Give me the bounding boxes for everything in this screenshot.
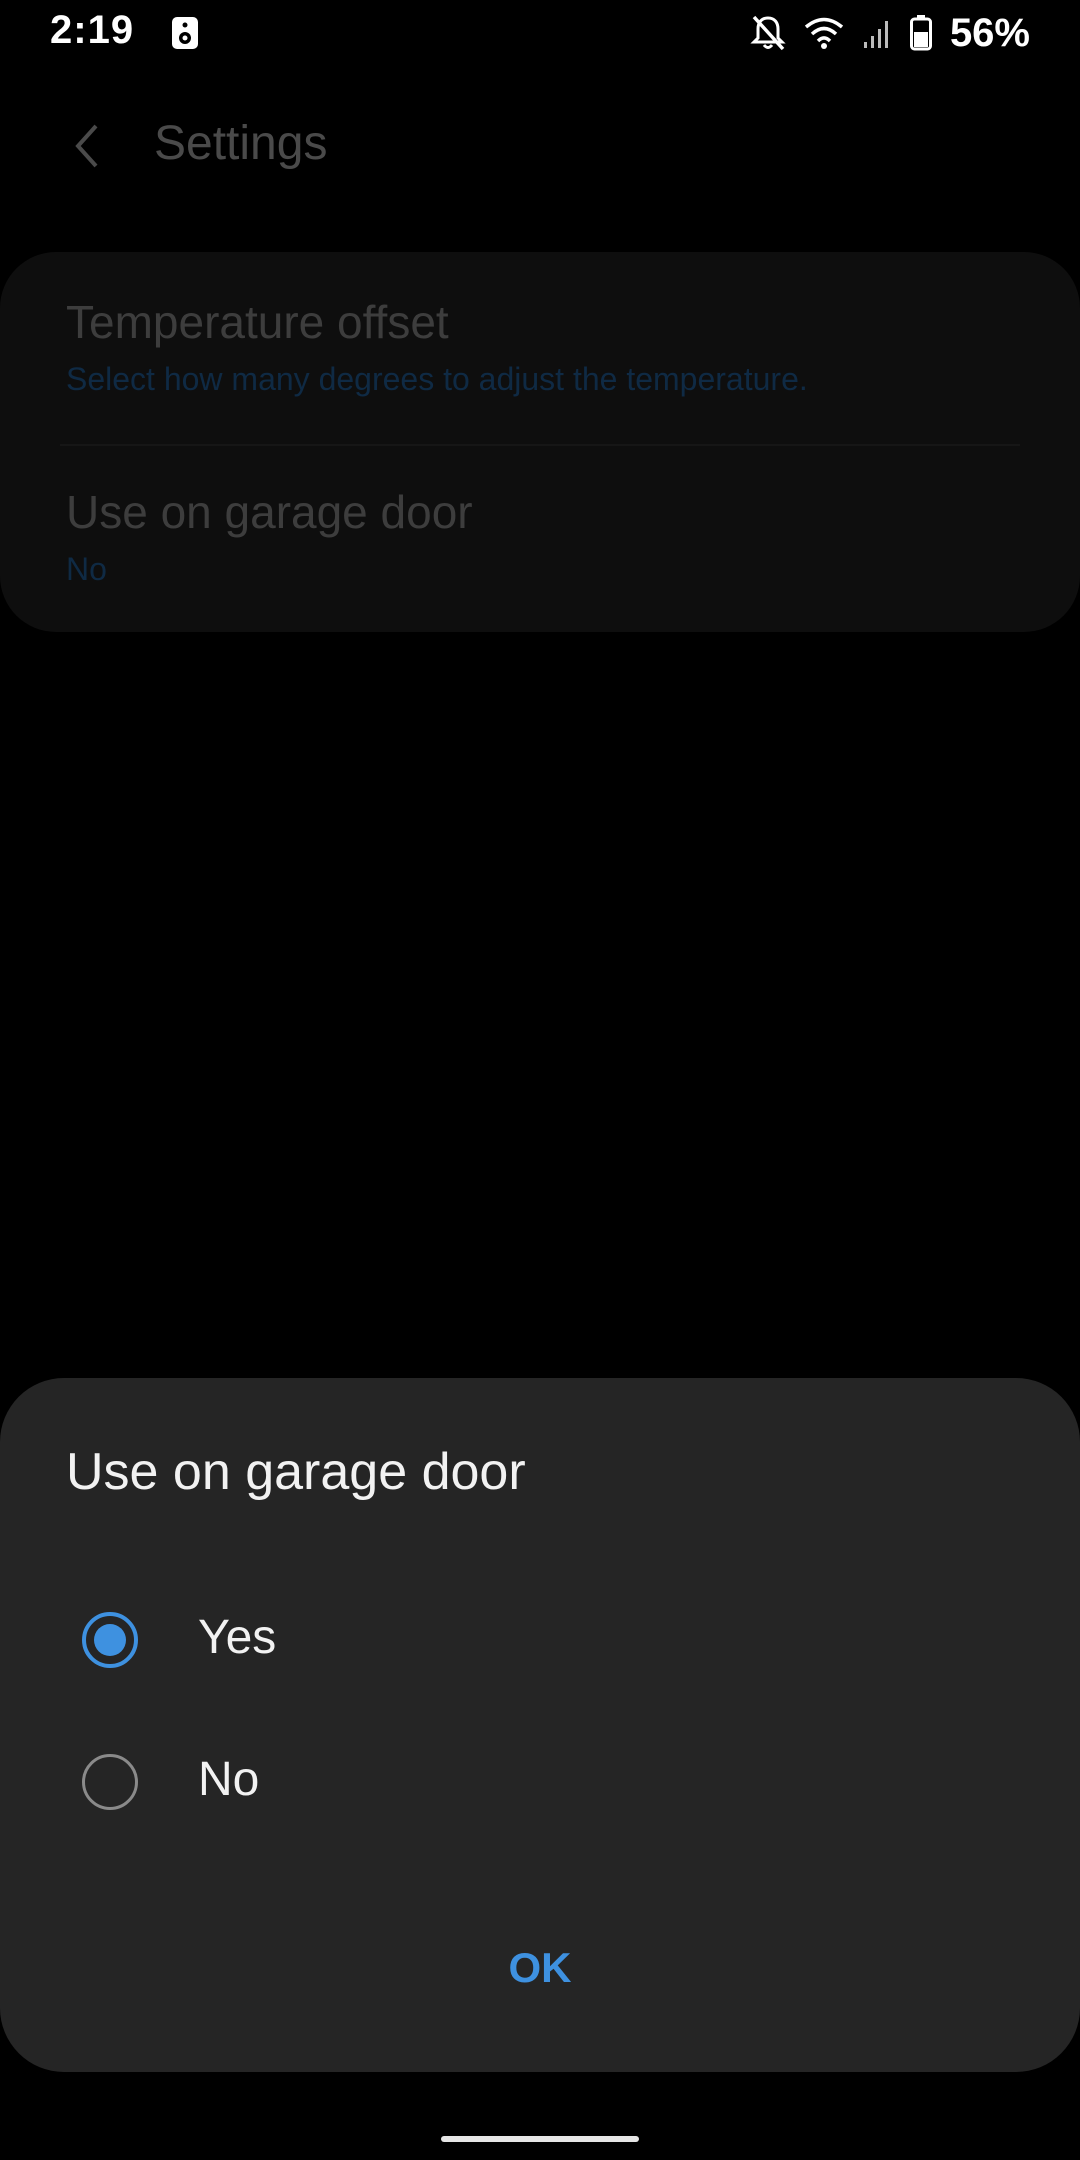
garage-door-dialog: Use on garage door Yes No OK xyxy=(0,1378,1080,2072)
settings-card: Temperature offset Select how many degre… xyxy=(0,252,1080,632)
home-handle[interactable] xyxy=(441,2136,639,2142)
wifi-icon xyxy=(804,16,844,50)
radio-button-unselected[interactable] xyxy=(82,1754,138,1810)
speaker-icon xyxy=(170,16,200,50)
status-bar: 2:19 56% xyxy=(0,0,1080,66)
status-time: 2:19 xyxy=(50,8,135,52)
setting-title: Temperature offset xyxy=(66,296,449,348)
ok-button[interactable]: OK xyxy=(440,1918,640,2018)
setting-temperature-offset[interactable]: Temperature offset Select how many degre… xyxy=(66,292,1014,442)
setting-use-on-garage-door[interactable]: Use on garage door No xyxy=(66,482,1014,612)
option-label: Yes xyxy=(198,1611,277,1664)
setting-value: No xyxy=(66,551,107,587)
status-icons: 56% xyxy=(750,8,1030,58)
setting-subtitle: Select how many degrees to adjust the te… xyxy=(66,361,808,397)
screen: 2:19 56% Settings Temperature offset Sel… xyxy=(0,0,1080,2160)
option-no[interactable]: No xyxy=(0,1712,1080,1852)
option-yes[interactable]: Yes xyxy=(0,1570,1080,1710)
option-label: No xyxy=(198,1753,260,1806)
battery-percentage: 56% xyxy=(949,10,1030,55)
app-header: Settings xyxy=(0,100,1080,190)
setting-title: Use on garage door xyxy=(66,486,473,538)
bell-off-icon xyxy=(750,14,786,52)
signal-icon xyxy=(862,16,892,50)
back-icon[interactable] xyxy=(68,120,108,172)
radio-button-selected[interactable] xyxy=(82,1612,138,1668)
battery-icon xyxy=(909,15,932,51)
divider xyxy=(60,444,1020,446)
dialog-title: Use on garage door xyxy=(66,1443,526,1501)
page-title: Settings xyxy=(154,117,328,170)
